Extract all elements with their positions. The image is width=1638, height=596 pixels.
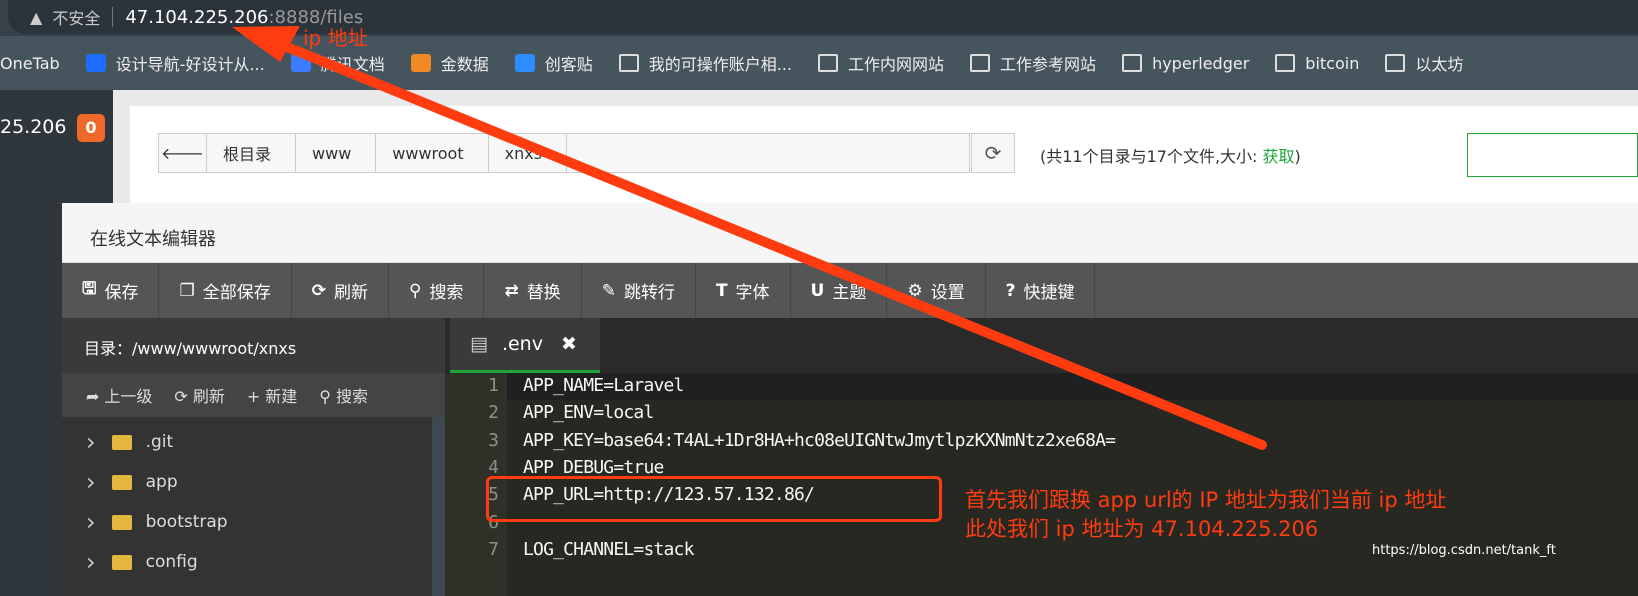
- annotation-arrow: [232, 26, 1267, 450]
- watermark: https://blog.csdn.net/tank_ft: [1372, 543, 1556, 558]
